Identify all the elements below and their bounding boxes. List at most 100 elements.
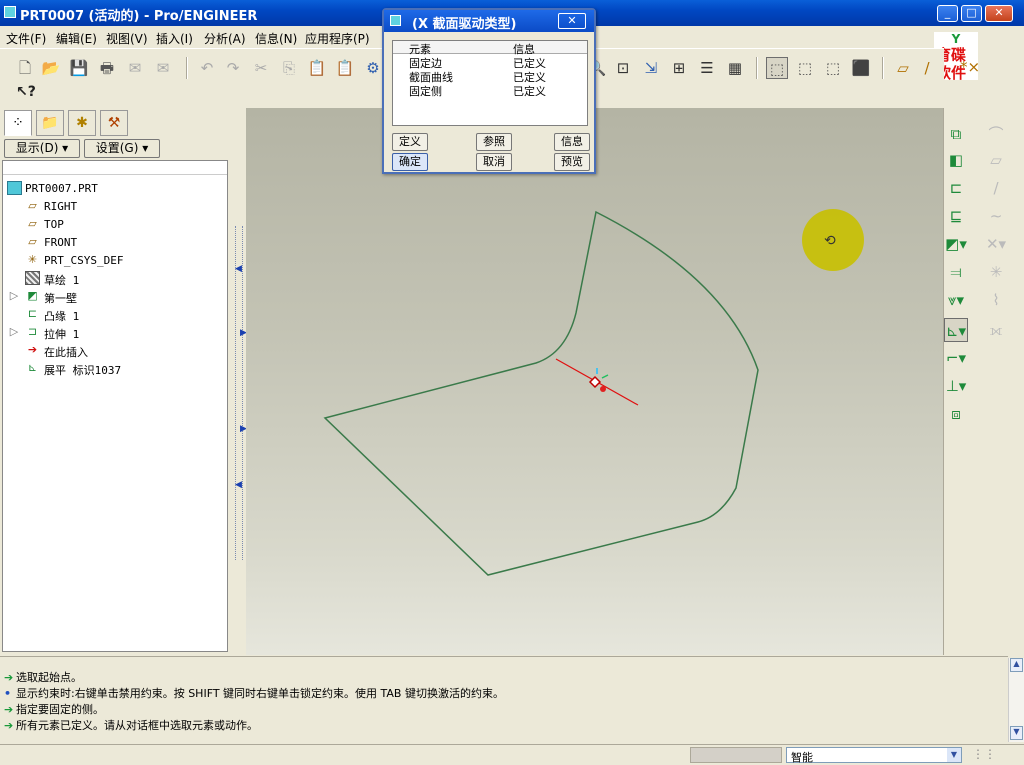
info-button[interactable]: 信息 (554, 133, 590, 151)
table-row[interactable]: 固定侧 已定义 (393, 83, 587, 98)
tree-item-front[interactable]: ▱ FRONT (3, 233, 227, 251)
flat-wall-icon[interactable]: ◧ (944, 148, 968, 172)
tree-item-part[interactable]: PRT0007.PRT (3, 179, 227, 197)
start-point[interactable] (600, 386, 606, 392)
paste-special-icon[interactable]: 📋 (334, 57, 356, 79)
folder-browser-tab-icon[interactable]: 📁 (36, 110, 64, 136)
show-dropdown[interactable]: 显示(D) ▾ (4, 139, 80, 158)
unattached-wall-icon[interactable]: ◩▾ (944, 232, 968, 256)
close-button[interactable]: ✕ (985, 5, 1013, 22)
wireframe-icon[interactable]: ⬚ (766, 57, 788, 79)
regenerate-icon[interactable]: ⚙ (362, 57, 384, 79)
flange-wall-icon[interactable]: ⊏ (944, 176, 968, 200)
open-file-icon[interactable]: 📂 (40, 57, 62, 79)
sketch-icon (25, 271, 40, 285)
cancel-button[interactable]: 取消 (476, 153, 512, 171)
rip-icon[interactable]: ⫤ (944, 260, 968, 284)
whats-this-help-icon[interactable]: ↖? (16, 84, 38, 104)
extend-wall-icon[interactable]: ⊑ (944, 204, 968, 228)
axis-tool-icon[interactable]: / (984, 176, 1008, 200)
dialog-title-bar[interactable]: (X 截面驱动类型) ✕ (384, 10, 594, 32)
graphics-window[interactable]: ⟲ (246, 108, 943, 655)
tree-item-unbend[interactable]: ⊾ 展平 标识1037 (3, 359, 227, 377)
menu-applications[interactable]: 应用程序(P) (305, 30, 370, 47)
settings-dropdown[interactable]: 设置(G) ▾ (84, 139, 160, 158)
panel-splitter[interactable]: ◀ ▶ ▶ ◀ (232, 108, 247, 655)
favorites-tab-icon[interactable]: ✱ (68, 110, 96, 136)
tree-item-right[interactable]: ▱ RIGHT (3, 197, 227, 215)
saved-views-icon[interactable]: ⊞ (668, 57, 690, 79)
datum-csys-display-icon[interactable]: *⨯ (960, 56, 1000, 78)
reorient-icon[interactable]: ⇲ (640, 57, 662, 79)
undo-icon[interactable]: ↶ (196, 57, 218, 79)
define-button[interactable]: 定义 (392, 133, 428, 151)
view-manager-icon[interactable]: ▦ (724, 57, 746, 79)
menu-insert[interactable]: 插入(I) (156, 30, 193, 47)
menu-view[interactable]: 视图(V) (106, 30, 148, 47)
send-attachment-icon[interactable]: ✉ (152, 57, 174, 79)
analysis-tool-icon[interactable]: ⌇ (984, 288, 1008, 312)
tree-item-extrude[interactable]: ▷ ⊐ 拉伸 1 (3, 323, 227, 341)
app-icon (4, 6, 16, 18)
paste-icon[interactable]: 📋 (306, 57, 328, 79)
hidden-line-icon[interactable]: ⬚ (794, 57, 816, 79)
expand-icon[interactable]: ▷ (9, 289, 19, 303)
tree-item-first-wall[interactable]: ▷ ◩ 第一壁 (3, 287, 227, 305)
curve-tool-icon[interactable]: ∼ (984, 204, 1008, 228)
table-row[interactable]: 固定边 已定义 (393, 55, 587, 70)
unbend-icon: ⊾ (27, 361, 38, 374)
tree-item-top[interactable]: ▱ TOP (3, 215, 227, 233)
send-mail-icon[interactable]: ✉ (124, 57, 146, 79)
menu-info[interactable]: 信息(N) (255, 30, 297, 47)
cut-icon[interactable]: ✂ (250, 57, 272, 79)
link-tool-icon[interactable]: ⟗ (984, 318, 1008, 342)
wall-icon[interactable]: ⧉ (944, 122, 968, 146)
new-file-icon[interactable]: 🗋 (14, 57, 36, 79)
chevron-down-icon[interactable]: ▼ (947, 748, 961, 762)
bend-back-icon[interactable]: ⌐▾ (944, 346, 968, 370)
shading-icon[interactable]: ⬛ (850, 57, 872, 79)
message-scrollbar[interactable]: ▲ ▼ (1008, 658, 1024, 742)
copy-icon[interactable]: ⎘ (278, 57, 300, 79)
selection-filter[interactable]: 智能 ▼ (786, 747, 962, 764)
tree-item-csys[interactable]: ✳ PRT_CSYS_DEF (3, 251, 227, 269)
unbend-tool-icon[interactable]: ⊾▾ (944, 318, 968, 342)
print-icon[interactable]: 🖶 (96, 57, 118, 79)
csys-tool-icon[interactable]: ✳ (984, 260, 1008, 284)
tree-item-flange[interactable]: ⊏ 凸缘 1 (3, 305, 227, 323)
scroll-up-icon[interactable]: ▲ (1010, 658, 1023, 672)
collapse-left-icon[interactable]: ◀ (235, 480, 242, 490)
tools-tab-icon[interactable]: ⚒ (100, 110, 128, 136)
preview-button[interactable]: 预览 (554, 153, 590, 171)
menu-analysis[interactable]: 分析(A) (204, 30, 246, 47)
no-hidden-icon[interactable]: ⬚ (822, 57, 844, 79)
redo-icon[interactable]: ↷ (222, 57, 244, 79)
ok-button[interactable]: 确定 (392, 153, 428, 171)
datum-plane-display-icon[interactable]: ▱ (892, 57, 914, 79)
zoom-fit-icon[interactable]: ⊡ (612, 57, 634, 79)
references-button[interactable]: 参照 (476, 133, 512, 151)
bend-icon[interactable]: ⩔▾ (944, 288, 968, 312)
table-row[interactable]: 截面曲线 已定义 (393, 69, 587, 84)
dialog-close-button[interactable]: ✕ (558, 13, 586, 29)
tree-item-label: PRT_CSYS_DEF (44, 254, 124, 267)
minimize-button[interactable]: _ (937, 5, 958, 22)
tree-item-sketch[interactable]: 草绘 1 (3, 269, 227, 287)
menu-file[interactable]: 文件(F) (6, 30, 46, 47)
tree-item-insert-here[interactable]: ➔ 在此插入 (3, 341, 227, 359)
form-icon[interactable]: ⧈ (944, 402, 968, 426)
datum-axis-display-icon[interactable]: / (916, 57, 938, 79)
corner-relief-icon[interactable]: ⊥▾ (944, 374, 968, 398)
scroll-down-icon[interactable]: ▼ (1010, 726, 1023, 740)
point-tool-icon[interactable]: ✕▾ (984, 232, 1008, 256)
collapse-left-icon[interactable]: ◀ (235, 264, 242, 274)
maximize-button[interactable]: □ (961, 5, 982, 22)
save-icon[interactable]: 💾 (68, 57, 90, 79)
layers-icon[interactable]: ☰ (696, 57, 718, 79)
plane-tool-icon[interactable]: ▱ (984, 148, 1008, 172)
sketch-tool-icon[interactable]: ⌒ (984, 122, 1008, 146)
expand-icon[interactable]: ▷ (9, 325, 19, 339)
menu-edit[interactable]: 编辑(E) (56, 30, 97, 47)
part-icon (7, 181, 22, 195)
model-tree-tab-icon[interactable]: ⁘ (4, 110, 32, 136)
